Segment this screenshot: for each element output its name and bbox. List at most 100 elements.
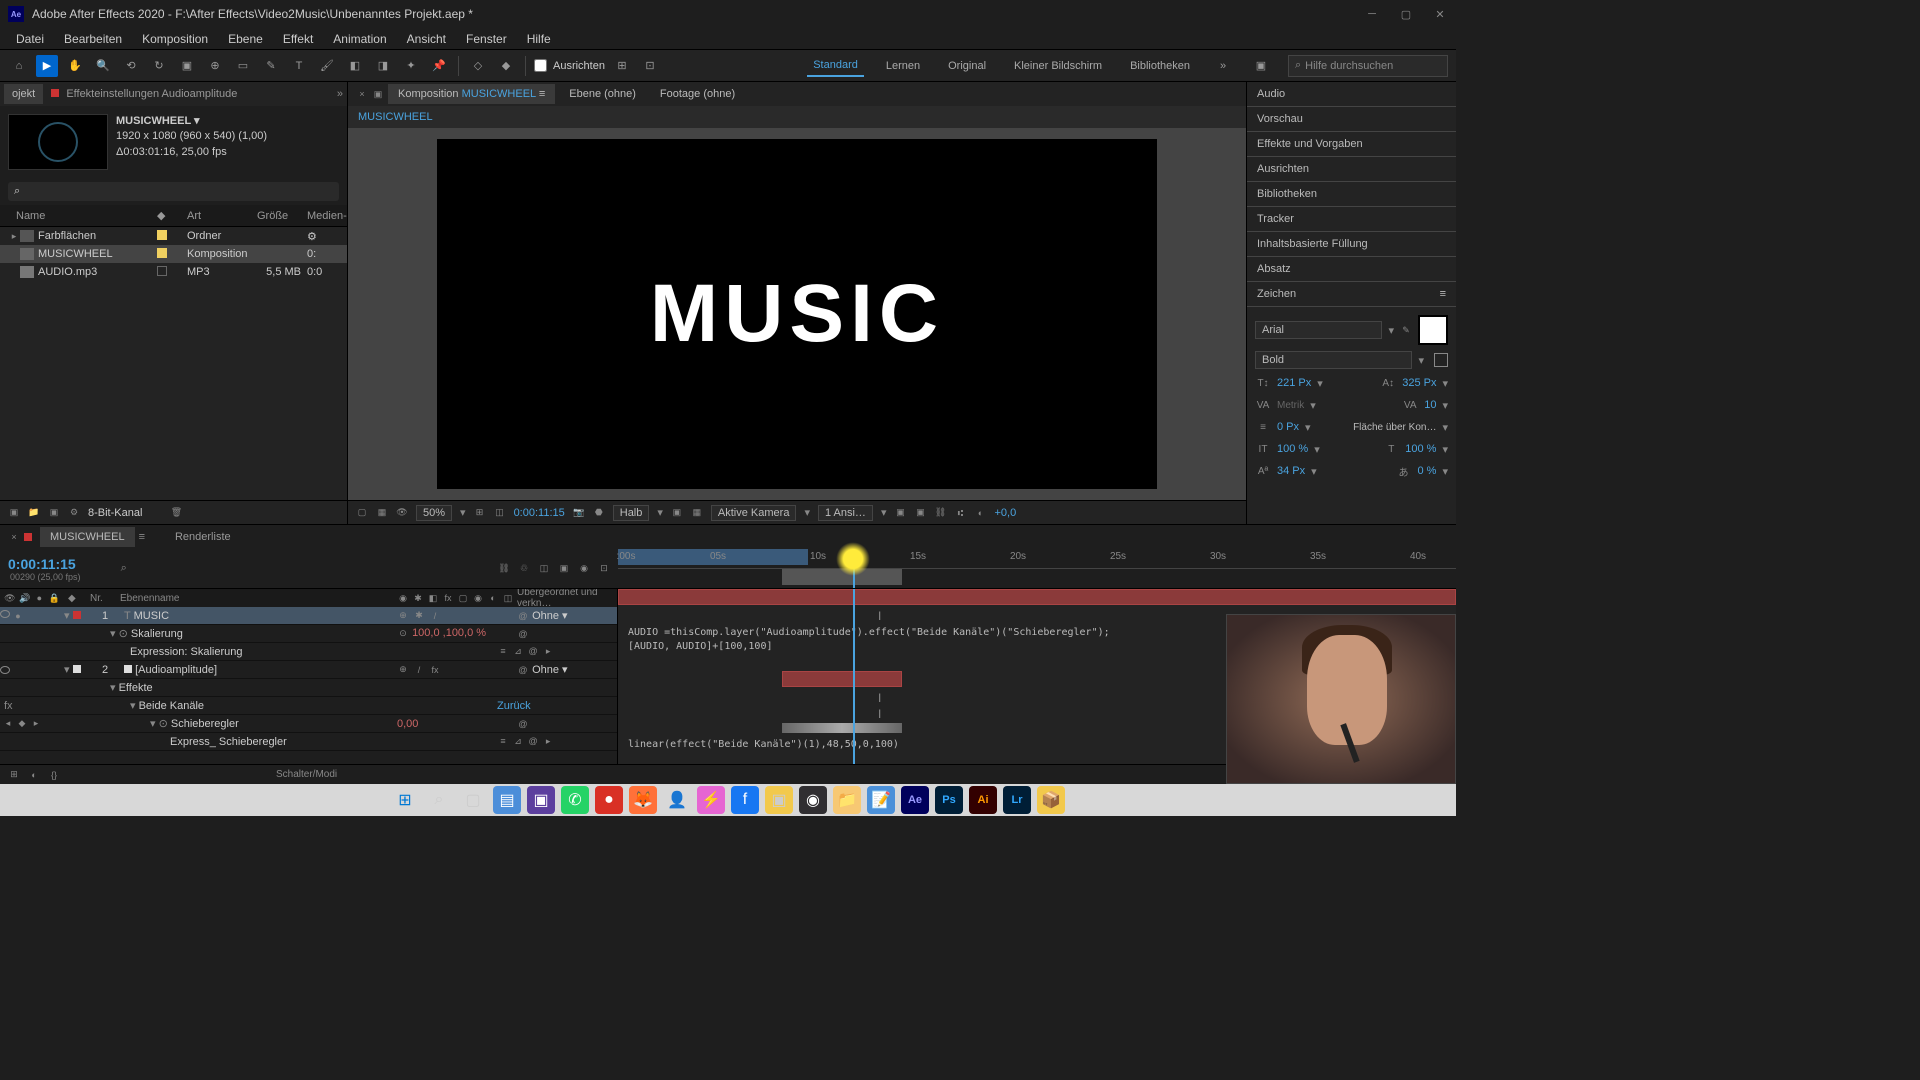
col-media[interactable]: Medien-: [307, 210, 347, 222]
puppet-tool-icon[interactable]: 📌: [428, 55, 450, 77]
project-row[interactable]: ▸ Farbflächen Ordner ⚙: [0, 227, 347, 245]
transparency-icon[interactable]: ▦: [376, 507, 388, 519]
task-view-icon[interactable]: ▢: [459, 786, 487, 814]
eyedropper-icon[interactable]: ✎: [1400, 324, 1412, 336]
hscale-value[interactable]: 100 %: [1405, 443, 1436, 455]
menu-effekt[interactable]: Effekt: [275, 30, 321, 48]
new-folder-icon[interactable]: 📁: [28, 507, 40, 519]
workspace-kleiner[interactable]: Kleiner Bildschirm: [1008, 56, 1108, 76]
expr-enable-icon[interactable]: ≡: [497, 645, 509, 657]
label-color-icon[interactable]: [157, 230, 167, 240]
fill-icon[interactable]: ◆: [495, 55, 517, 77]
tab-footage[interactable]: Footage (ohne): [650, 84, 745, 104]
hand-tool-icon[interactable]: ✋: [64, 55, 86, 77]
bit-depth-label[interactable]: 8-Bit-Kanal: [88, 507, 142, 519]
grid-toggle-icon[interactable]: ◫: [494, 507, 506, 519]
graph-icon[interactable]: ⊿: [512, 736, 524, 748]
menu-ebene[interactable]: Ebene: [220, 30, 271, 48]
draft-icon[interactable]: ▣: [894, 507, 906, 519]
pen-tool-icon[interactable]: ✎: [260, 55, 282, 77]
waveform-bar[interactable]: [782, 723, 902, 733]
facebook-icon[interactable]: f: [731, 786, 759, 814]
preview-area[interactable]: [782, 569, 902, 585]
panel-ausrichten[interactable]: Ausrichten: [1247, 157, 1456, 182]
expression-row[interactable]: Expression: Skalierung ≡ ⊿ @ ▸: [0, 643, 617, 661]
comp-breadcrumb[interactable]: MUSICWHEEL: [348, 106, 1246, 128]
panel-vorschau[interactable]: Vorschau: [1247, 107, 1456, 132]
fast-preview-icon[interactable]: ▣: [914, 507, 926, 519]
stroke-color-swatch[interactable]: [1434, 353, 1448, 367]
kerning-value[interactable]: Metrik: [1277, 400, 1304, 411]
bpc-icon[interactable]: ⚙: [68, 507, 80, 519]
tab-project[interactable]: ojekt: [4, 84, 43, 104]
slider-value[interactable]: 0,00: [397, 718, 418, 730]
expand-icon[interactable]: ▸: [8, 230, 20, 242]
orbit-tool-icon[interactable]: ⟲: [120, 55, 142, 77]
font-family-dropdown[interactable]: Arial: [1255, 321, 1382, 339]
col-art[interactable]: Art: [187, 210, 257, 222]
panel-expand-icon[interactable]: »: [337, 88, 343, 100]
pickwhip-icon[interactable]: @: [517, 718, 529, 730]
obs-icon[interactable]: ◉: [799, 786, 827, 814]
3d-col-icon[interactable]: ◫: [502, 592, 514, 604]
mask-icon[interactable]: ▢: [356, 507, 368, 519]
windows-search-icon[interactable]: ⌕: [425, 786, 453, 814]
whatsapp-icon[interactable]: ✆: [561, 786, 589, 814]
panel-audio[interactable]: Audio: [1247, 82, 1456, 107]
panel-tracker[interactable]: Tracker: [1247, 207, 1456, 232]
visibility-toggle[interactable]: [0, 666, 10, 674]
label-color-icon[interactable]: [157, 266, 167, 276]
visibility-toggle[interactable]: [0, 610, 10, 618]
label-color-icon[interactable]: [157, 248, 167, 258]
project-row[interactable]: AUDIO.mp3 MP3 5,5 MB 0:0: [0, 263, 347, 281]
notepad-icon[interactable]: 📝: [867, 786, 895, 814]
graph-editor-icon[interactable]: ⊡: [598, 563, 610, 575]
layer-bar[interactable]: [618, 589, 1456, 605]
timeline-current-time[interactable]: 0:00:11:15: [8, 556, 81, 572]
motion-blur-icon[interactable]: ◉: [578, 563, 590, 575]
timeline-ruler[interactable]: :00s 05s 10s 15s 20s 25s 30s 35s 40s: [618, 549, 1456, 588]
composition-viewport[interactable]: MUSIC: [348, 128, 1246, 500]
expr-lang-icon[interactable]: ▸: [542, 736, 554, 748]
layer-row[interactable]: ▾ 2 [Audioamplitude] ⊕/fx @ Ohne ▾: [0, 661, 617, 679]
rotate-tool-icon[interactable]: ↻: [148, 55, 170, 77]
region-icon[interactable]: ▣: [671, 507, 683, 519]
menu-ansicht[interactable]: Ansicht: [399, 30, 454, 48]
zoom-dropdown[interactable]: 50%: [416, 505, 452, 521]
menu-bearbeiten[interactable]: Bearbeiten: [56, 30, 130, 48]
channel-icon[interactable]: ⬣: [593, 507, 605, 519]
snapping-opts-icon[interactable]: ⊞: [611, 55, 633, 77]
app-icon[interactable]: ▣: [527, 786, 555, 814]
eraser-tool-icon[interactable]: ◨: [372, 55, 394, 77]
photoshop-icon[interactable]: Ps: [935, 786, 963, 814]
app-icon[interactable]: 👤: [663, 786, 691, 814]
close-button[interactable]: ✕: [1432, 6, 1448, 22]
col-label-icon[interactable]: ◆: [157, 209, 187, 222]
label-col-icon[interactable]: ◆: [60, 593, 90, 604]
brush-tool-icon[interactable]: 🖌: [316, 55, 338, 77]
menu-fenster[interactable]: Fenster: [458, 30, 515, 48]
audio-col-icon[interactable]: 🔊: [19, 592, 31, 604]
reset-link[interactable]: Zurück: [497, 700, 531, 712]
expression-text[interactable]: AUDIO =thisComp.layer("Audioamplitude").…: [628, 627, 1110, 638]
col-name[interactable]: Name: [0, 210, 157, 222]
interpret-icon[interactable]: ▣: [8, 507, 20, 519]
text-tool-icon[interactable]: T: [288, 55, 310, 77]
tracking-value[interactable]: 10: [1424, 399, 1436, 411]
illustrator-icon[interactable]: Ai: [969, 786, 997, 814]
menu-hilfe[interactable]: Hilfe: [519, 30, 559, 48]
reset-exposure-icon[interactable]: ◐: [974, 507, 986, 519]
leading-value[interactable]: 325 Px: [1402, 377, 1436, 389]
camera-dropdown[interactable]: Aktive Kamera: [711, 505, 797, 521]
camera-tool-icon[interactable]: ▣: [176, 55, 198, 77]
solo-col-icon[interactable]: ●: [34, 592, 46, 604]
vscale-value[interactable]: 100 %: [1277, 443, 1308, 455]
property-row[interactable]: ◂◆▸ ▾ ⊙ Schieberegler 0,00 @: [0, 715, 617, 733]
snapshot-icon[interactable]: 📷: [573, 507, 585, 519]
workspace-more-icon[interactable]: »: [1212, 55, 1234, 77]
pickwhip-icon[interactable]: @: [517, 610, 529, 622]
graph-icon[interactable]: ⊿: [512, 646, 524, 658]
timeline-tab[interactable]: MUSICWHEEL: [40, 527, 135, 547]
adj-col-icon[interactable]: ◐: [487, 592, 499, 604]
menu-datei[interactable]: Datei: [8, 30, 52, 48]
